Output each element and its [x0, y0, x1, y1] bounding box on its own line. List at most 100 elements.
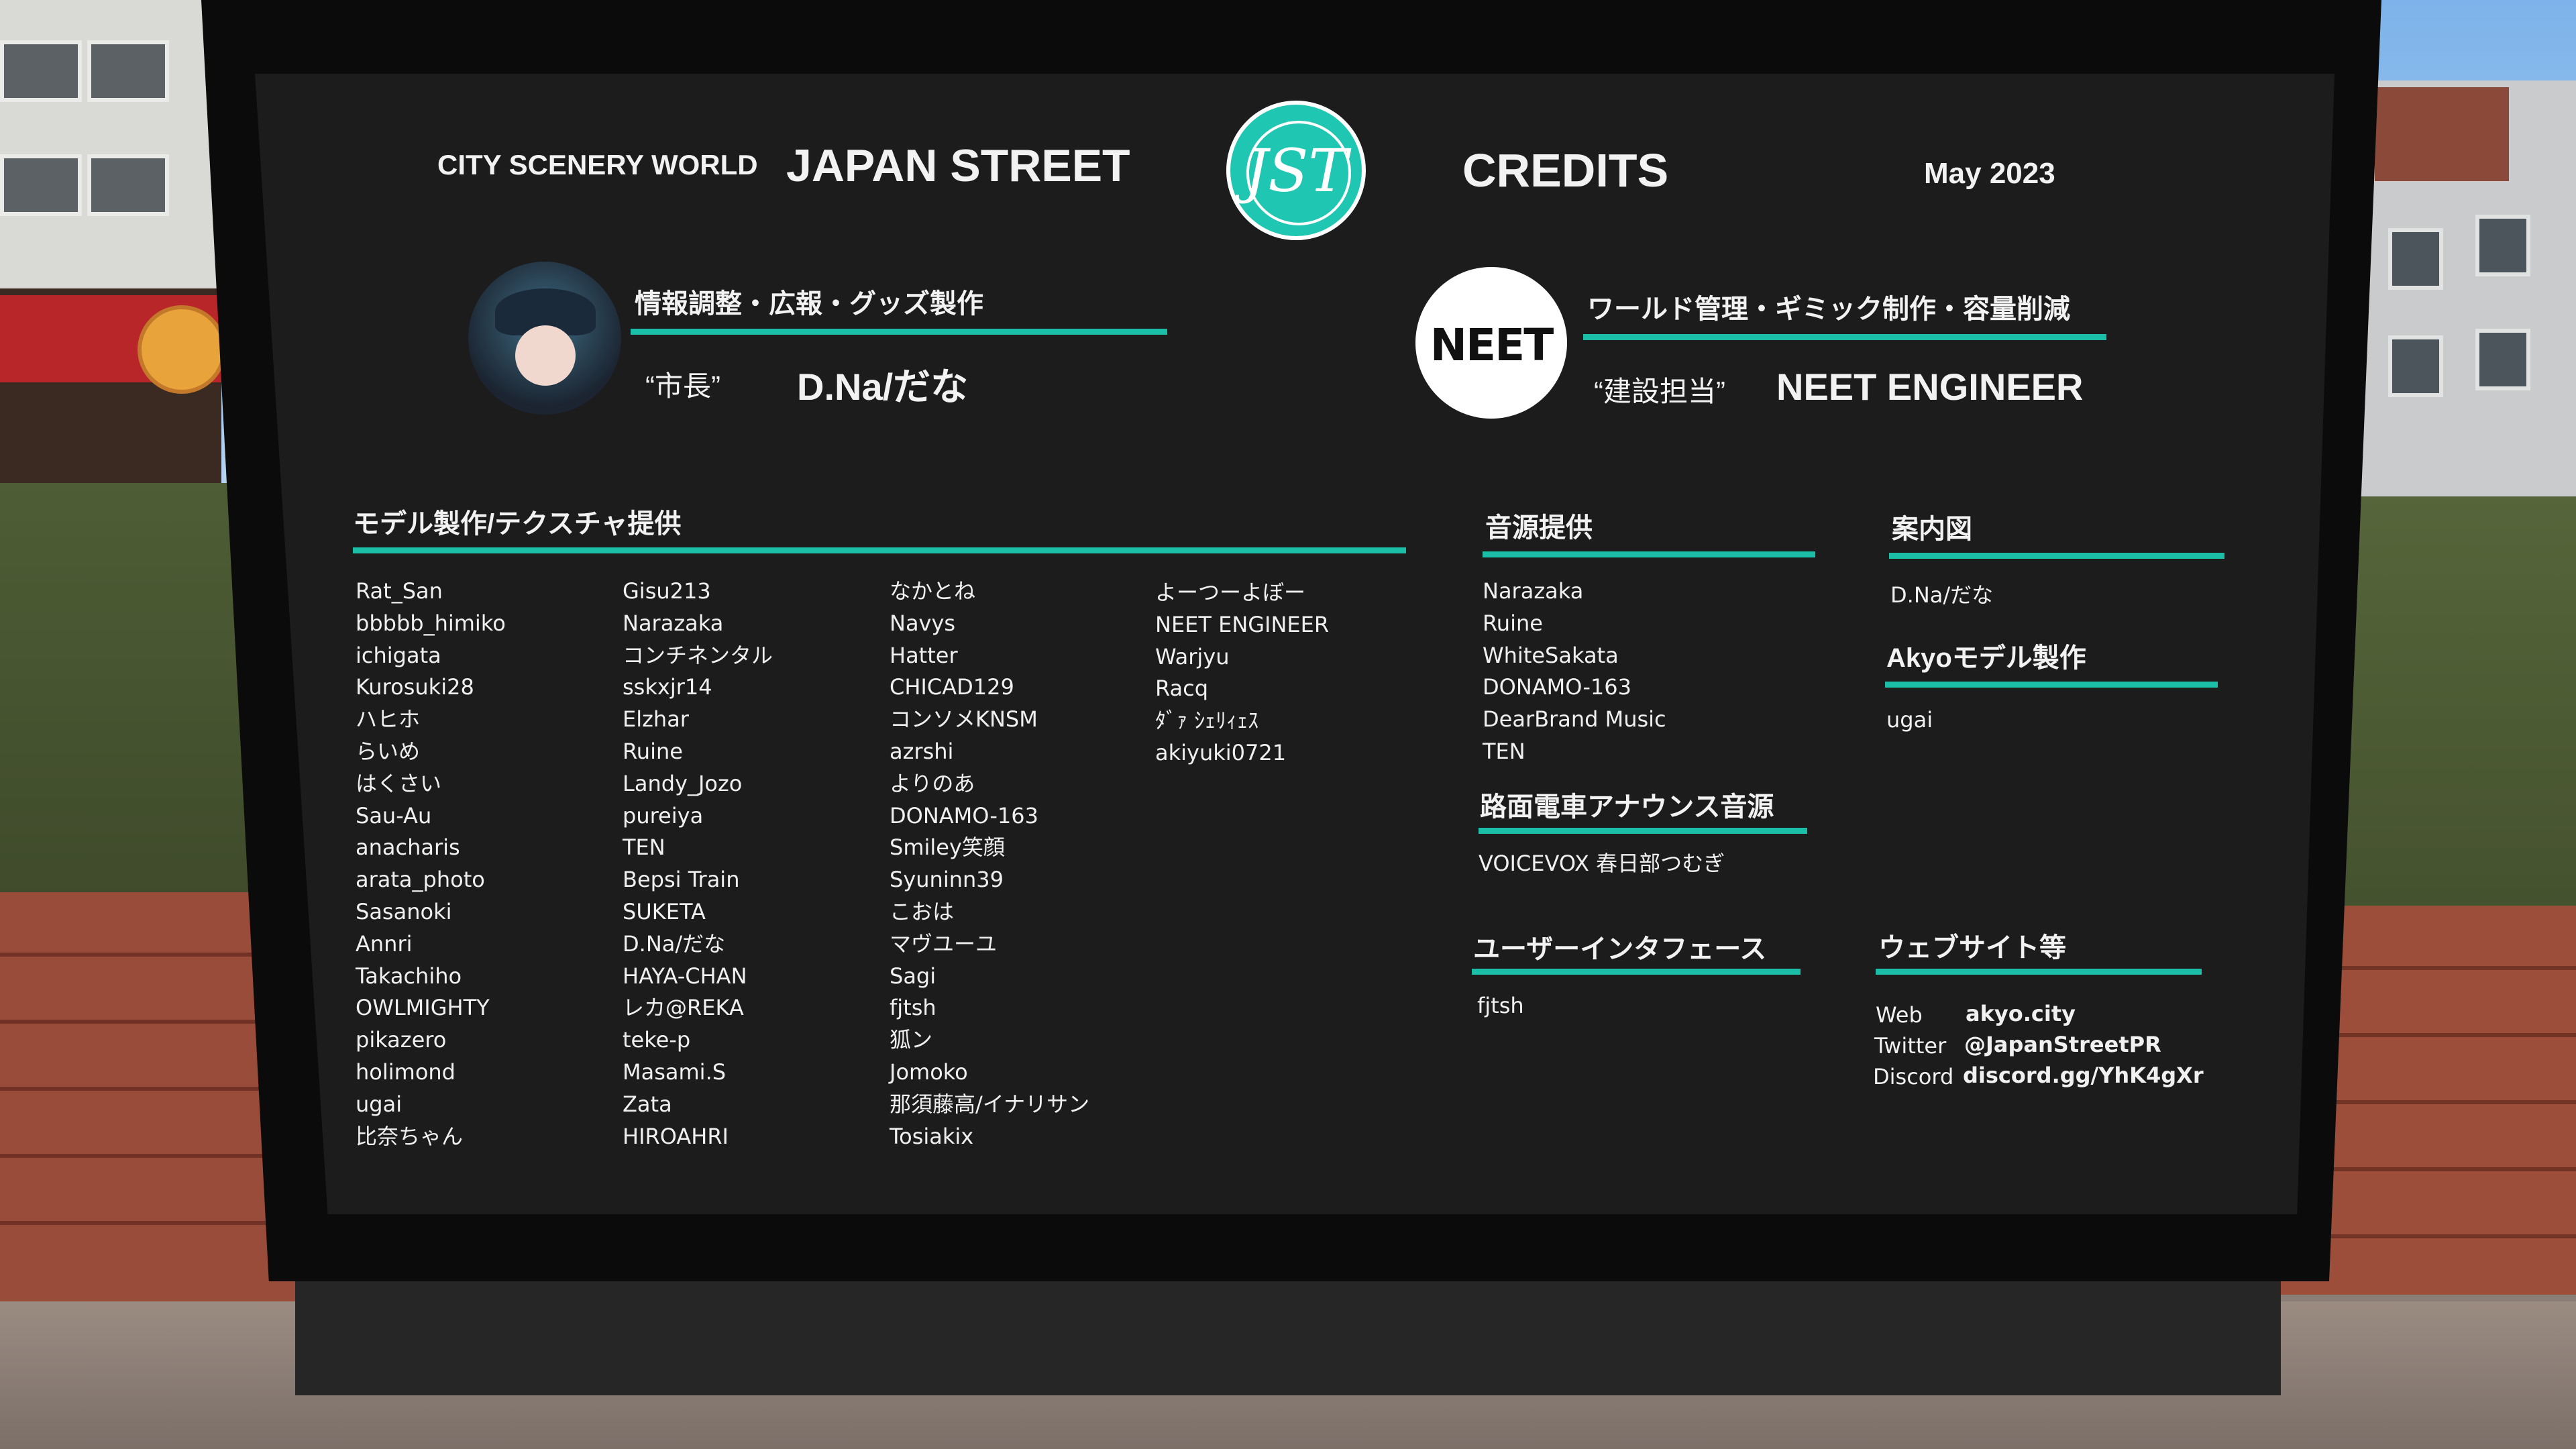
- credit-name: ugai: [356, 1091, 402, 1117]
- models-column-3: なかとね Navys Hatter CHICAD129 コンソメKNSM azrshi より…: [890, 576, 1089, 1152]
- credit-name: Warjyu: [1155, 643, 1230, 669]
- credit-name: Elzhar: [623, 706, 689, 733]
- akyo-item: ugai: [1886, 707, 1933, 733]
- credit-name: Jomoko: [890, 1059, 968, 1085]
- street-title: JAPAN STREET: [786, 140, 1130, 191]
- hedge-right: [2341, 496, 2576, 926]
- credit-name: Rat_San: [356, 578, 443, 604]
- sound-title: 音源提供: [1485, 513, 1593, 543]
- credit-name: Sau-Au: [356, 802, 432, 828]
- web-title: ウェブサイト等: [1878, 933, 2066, 963]
- credit-name: こおは: [890, 898, 955, 924]
- neet-logo-icon: NEET: [1415, 267, 1567, 419]
- divider: [1876, 969, 2202, 975]
- window: [2388, 335, 2443, 397]
- credit-name: Syuninn39: [890, 867, 1004, 893]
- lead2-role: ワールド管理・ギミック制作・容量削減: [1587, 294, 2070, 324]
- world-title: CITY SCENERY WORLD: [437, 149, 758, 180]
- models-title: モデル製作/テクスチャ提供: [353, 509, 682, 539]
- models-column-2: Gisu213 Narazaka コンチネンタル sskxjr14 Elzhar Ruin…: [623, 576, 773, 1152]
- tram-title: 路面電車アナウンス音源: [1480, 792, 1774, 822]
- credit-name: Kurosuki28: [356, 674, 474, 700]
- divider: [1583, 334, 2106, 340]
- credit-name: bbbbb_himiko: [356, 610, 506, 636]
- divider: [631, 329, 1167, 335]
- credit-name: Ruine: [623, 738, 683, 764]
- credit-name: TEN: [1483, 738, 1525, 764]
- credit-name: holimond: [356, 1059, 455, 1085]
- discord-link[interactable]: discord.gg/YhK4gXr: [1963, 1063, 2204, 1088]
- window: [2475, 329, 2530, 390]
- window: [87, 154, 169, 216]
- divider: [1889, 553, 2224, 559]
- credits-title: CREDITS: [1462, 144, 1669, 197]
- credit-name: なかとね: [890, 578, 976, 604]
- twitter-label: Twitter: [1874, 1033, 1947, 1059]
- credit-name: 狐ン: [890, 1027, 933, 1053]
- window: [87, 40, 169, 102]
- credit-name: DONAMO-163: [890, 802, 1038, 828]
- map-title: 案内図: [1892, 515, 1972, 544]
- lead2-nickname: “建設担当”: [1594, 376, 1725, 407]
- web-label: Web: [1876, 1002, 1923, 1028]
- credit-name: ichigata: [356, 642, 441, 668]
- avatar: [468, 262, 621, 415]
- credit-name: ハヒホ: [356, 706, 421, 733]
- akyo-title: Akyoモデル製作: [1886, 643, 2086, 673]
- web-link[interactable]: akyo.city: [1966, 1001, 2076, 1026]
- credit-name: teke-p: [623, 1027, 691, 1053]
- window: [0, 154, 82, 216]
- window: [2388, 228, 2443, 290]
- credit-name: Annri: [356, 930, 413, 957]
- twitter-link[interactable]: @JapanStreetPR: [1964, 1032, 2161, 1057]
- credit-name: Sasanoki: [356, 898, 452, 924]
- tram-item: VOICEVOX 春日部つむぎ: [1479, 851, 1725, 876]
- lead2-name: NEET ENGINEER: [1776, 366, 2084, 408]
- credit-name: Bepsi Train: [623, 867, 740, 893]
- credit-name: はくさい: [356, 770, 442, 796]
- lead1-name: D.Na/だな: [797, 366, 969, 408]
- credit-name: Smiley笑顔: [890, 835, 1005, 861]
- credit-name: 那須藤高/イナリサン: [890, 1091, 1090, 1117]
- credit-name: azrshi: [890, 738, 954, 764]
- divider: [353, 547, 1406, 553]
- credit-name: OWLMIGHTY: [356, 995, 490, 1021]
- window: [2475, 215, 2530, 276]
- japan-street-logo-icon: JST: [1226, 101, 1366, 240]
- credit-name: sskxjr14: [623, 674, 712, 700]
- credit-name: arata_photo: [356, 867, 485, 893]
- credit-name: WhiteSakata: [1483, 642, 1619, 668]
- credit-name: TEN: [623, 835, 665, 861]
- credit-name: Landy_Jozo: [623, 770, 743, 796]
- credit-name: よりのあ: [890, 770, 975, 796]
- credit-name: Racq: [1155, 676, 1209, 702]
- billboard-base: [295, 1261, 2281, 1395]
- credit-name: Takachiho: [356, 963, 462, 989]
- models-column-4: よーつーよぼー NEET ENGINEER Warjyu Racq ﾀﾞｧ ｼｪﾘｨｪｽ…: [1155, 577, 1329, 769]
- divider: [1479, 828, 1807, 834]
- credit-name: よーつーよぼー: [1155, 580, 1306, 605]
- discord-label: Discord: [1873, 1064, 1954, 1089]
- credit-name: Narazaka: [623, 610, 724, 636]
- neet-logo-text: NEET: [1430, 319, 1554, 371]
- sound-list: Narazaka Ruine WhiteSakata DONAMO-163 DearBr…: [1483, 576, 1666, 768]
- pizza-icon: [138, 305, 226, 394]
- credit-name: akiyuki0721: [1155, 739, 1287, 765]
- date-label: May 2023: [1924, 157, 2055, 190]
- divider: [1885, 682, 2218, 688]
- credit-name: SUKETA: [623, 898, 706, 924]
- credit-name: D.Na/だな: [623, 930, 726, 957]
- credit-name: pureiya: [623, 802, 704, 828]
- credit-name: レカ@REKA: [623, 995, 744, 1021]
- credit-name: Zata: [623, 1091, 672, 1117]
- credit-name: Ruine: [1483, 610, 1543, 636]
- lead1-nickname: “市長”: [645, 370, 720, 402]
- credit-name: HAYA-CHAN: [623, 963, 747, 989]
- credit-name: DONAMO-163: [1483, 674, 1631, 700]
- logo-text: JST: [1244, 136, 1348, 205]
- brown-building: [2375, 87, 2509, 181]
- credit-name: Gisu213: [623, 578, 711, 604]
- credit-name: pikazero: [356, 1027, 447, 1053]
- lead1-role: 情報調整・広報・グッズ製作: [635, 289, 983, 319]
- models-column-1: Rat_San bbbbb_himiko ichigata Kurosuki28 ハヒホ…: [356, 576, 506, 1152]
